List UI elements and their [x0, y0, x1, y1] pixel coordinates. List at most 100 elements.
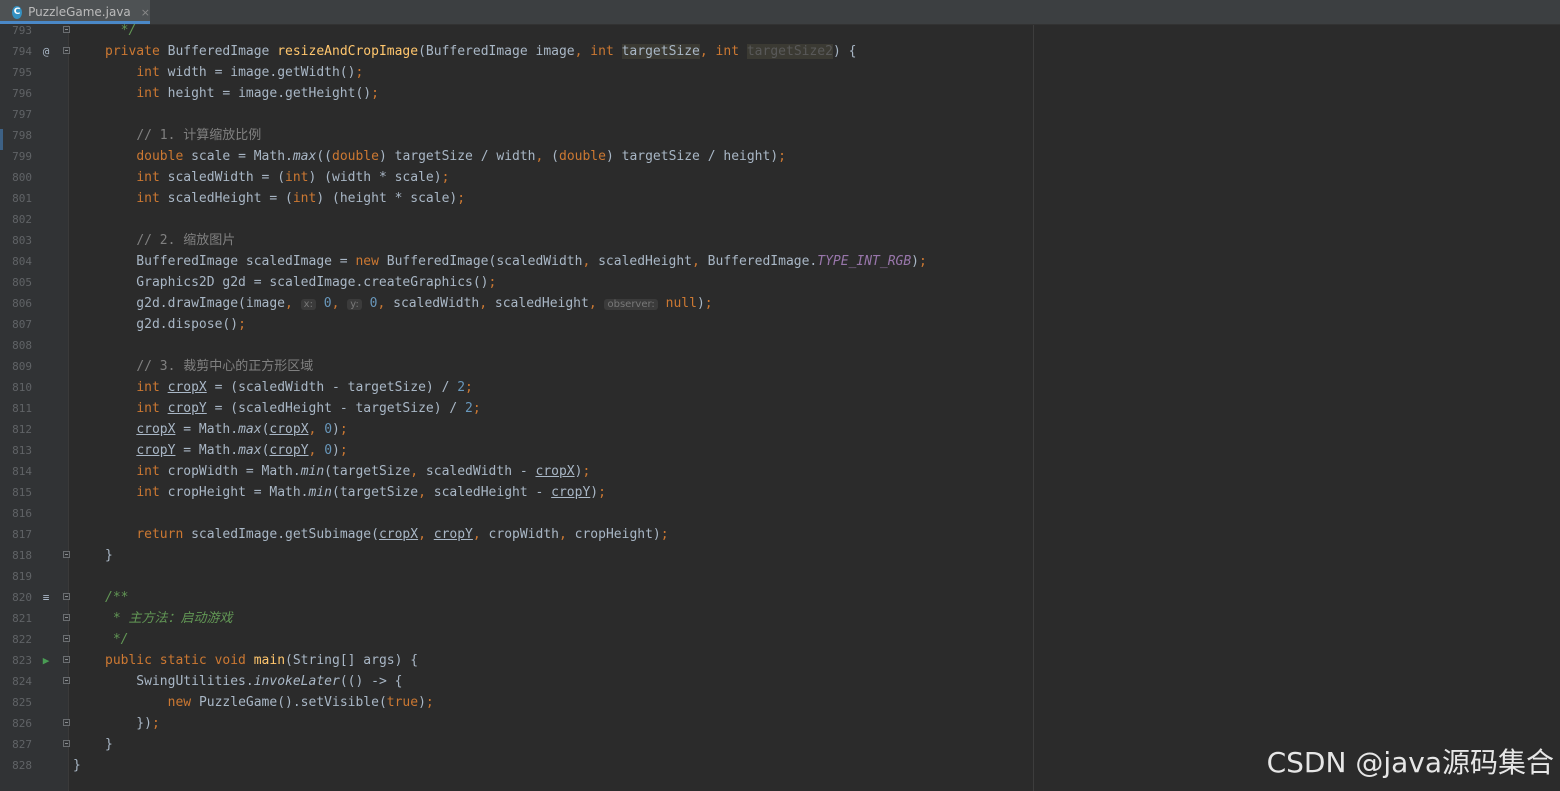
fold-toggle-icon[interactable]: [63, 593, 70, 600]
code-text[interactable]: * 主方法：启动游戏: [105, 608, 233, 629]
run-gutter-icon[interactable]: ▶: [40, 650, 52, 671]
code-line[interactable]: 819: [0, 566, 1035, 587]
code-line[interactable]: 814 int cropWidth = Math.min(targetSize,…: [0, 461, 1035, 482]
code-token: }: [73, 758, 81, 773]
code-line[interactable]: 798 // 1. 计算缩放比例: [0, 125, 1035, 146]
code-text[interactable]: SwingUtilities.invokeLater(() -> {: [105, 671, 402, 692]
code-text[interactable]: cropY = Math.max(cropY, 0);: [105, 440, 347, 461]
code-text[interactable]: int scaledWidth = (int) (width * scale);: [105, 167, 449, 188]
code-line[interactable]: 797: [0, 104, 1035, 125]
code-text[interactable]: int height = image.getHeight();: [105, 83, 379, 104]
code-text[interactable]: g2d.drawImage(image, x: 0, y: 0, scaledW…: [105, 293, 712, 315]
code-token: 0: [324, 443, 333, 458]
fold-toggle-icon[interactable]: [63, 719, 70, 726]
code-text[interactable]: int width = image.getWidth();: [105, 62, 363, 83]
code-text[interactable]: // 2. 缩放图片: [105, 230, 235, 251]
fold-toggle-icon[interactable]: [63, 26, 70, 33]
code-line[interactable]: 804 BufferedImage scaledImage = new Buff…: [0, 251, 1035, 272]
code-text[interactable]: });: [105, 713, 160, 734]
code-text[interactable]: }: [105, 545, 113, 566]
code-line[interactable]: 818}: [0, 545, 1035, 566]
code-text[interactable]: cropX = Math.max(cropX, 0);: [105, 419, 348, 440]
code-line[interactable]: 803 // 2. 缩放图片: [0, 230, 1035, 251]
code-line[interactable]: 795 int width = image.getWidth();: [0, 62, 1035, 83]
code-line[interactable]: 821 * 主方法：启动游戏: [0, 608, 1035, 629]
code-token: int: [285, 170, 309, 185]
code-text[interactable]: int cropHeight = Math.min(targetSize, sc…: [105, 482, 606, 503]
code-text[interactable]: double scale = Math.max((double) targetS…: [105, 146, 786, 167]
code-line[interactable]: 825 new PuzzleGame().setVisible(true);: [0, 692, 1035, 713]
code-line[interactable]: 809 // 3. 裁剪中心的正方形区域: [0, 356, 1035, 377]
code-line[interactable]: 807 g2d.dispose();: [0, 314, 1035, 335]
code-line[interactable]: 824 SwingUtilities.invokeLater(() -> {: [0, 671, 1035, 692]
code-line[interactable]: 826 });: [0, 713, 1035, 734]
code-line[interactable]: 817 return scaledImage.getSubimage(cropX…: [0, 524, 1035, 545]
fold-toggle-icon[interactable]: [63, 635, 70, 642]
code-token: min: [308, 485, 332, 500]
code-line[interactable]: 811 int cropY = (scaledHeight - targetSi…: [0, 398, 1035, 419]
code-text[interactable]: private BufferedImage resizeAndCropImage…: [105, 41, 856, 62]
code-token: TYPE_INT_RGB: [817, 254, 912, 269]
doc-render-icon[interactable]: ≡: [40, 587, 52, 608]
code-line[interactable]: 822 */: [0, 629, 1035, 650]
code-text[interactable]: public static void main(String[] args) {: [105, 650, 418, 671]
code-line[interactable]: 820 ≡ /**: [0, 587, 1035, 608]
code-text[interactable]: */: [105, 629, 129, 650]
code-text[interactable]: // 1. 计算缩放比例: [105, 125, 261, 146]
code-token: cropHeight = Math.: [167, 485, 309, 500]
fold-toggle-icon[interactable]: [63, 677, 70, 684]
code-text[interactable]: BufferedImage scaledImage = new Buffered…: [105, 251, 927, 272]
code-text[interactable]: }: [105, 734, 113, 755]
code-text[interactable]: }: [73, 755, 81, 776]
code-token: cropY: [269, 443, 309, 458]
code-line[interactable]: 816: [0, 503, 1035, 524]
fold-toggle-icon[interactable]: [63, 614, 70, 621]
code-line[interactable]: 802: [0, 209, 1035, 230]
code-line[interactable]: 810 int cropX = (scaledWidth - targetSiz…: [0, 377, 1035, 398]
code-text[interactable]: g2d.dispose();: [105, 314, 246, 335]
code-token: ;: [339, 422, 348, 437]
code-line[interactable]: 794 @ private BufferedImage resizeAndCropI…: [0, 41, 1035, 62]
code-editor[interactable]: 793 */ 794 @ private BufferedImage resizeAn…: [0, 0, 1035, 791]
code-text[interactable]: /**: [105, 587, 128, 608]
code-line[interactable]: 806 g2d.drawImage(image, x: 0, y: 0, sca…: [0, 293, 1035, 314]
override-marker-icon[interactable]: @: [40, 41, 52, 62]
code-line[interactable]: 808: [0, 335, 1035, 356]
code-token: */: [120, 23, 137, 38]
code-token: scaledHeight: [494, 296, 589, 311]
code-token: ,: [472, 527, 489, 542]
code-token: // 3. 裁剪中心的正方形区域: [136, 359, 314, 374]
code-token: ): [590, 485, 599, 500]
code-token: targetSize2: [746, 44, 833, 59]
fold-toggle-icon[interactable]: [63, 656, 70, 663]
code-line[interactable]: 801 int scaledHeight = (int) (height * s…: [0, 188, 1035, 209]
line-number: 795: [12, 66, 32, 79]
fold-toggle-icon[interactable]: [63, 551, 70, 558]
fold-toggle-icon[interactable]: [63, 47, 70, 54]
code-line[interactable]: 813 cropY = Math.max(cropY, 0);: [0, 440, 1035, 461]
code-token: scaledHeight = (: [167, 191, 293, 206]
fold-toggle-icon[interactable]: [63, 740, 70, 747]
code-token: int: [715, 44, 747, 59]
code-text[interactable]: Graphics2D g2d = scaledImage.createGraph…: [105, 272, 496, 293]
code-text[interactable]: */: [105, 20, 137, 41]
code-line[interactable]: 823 ▶ public static void main(String[] arg…: [0, 650, 1035, 671]
code-text[interactable]: int cropWidth = Math.min(targetSize, sca…: [105, 461, 590, 482]
code-text[interactable]: int cropX = (scaledWidth - targetSize) /…: [105, 377, 473, 398]
code-text[interactable]: return scaledImage.getSubimage(cropX, cr…: [105, 524, 668, 545]
code-text[interactable]: // 3. 裁剪中心的正方形区域: [105, 356, 313, 377]
code-line[interactable]: 827}: [0, 734, 1035, 755]
code-token: 0: [323, 296, 332, 311]
code-line[interactable]: 828}: [0, 755, 1035, 776]
code-text[interactable]: int scaledHeight = (int) (height * scale…: [105, 188, 465, 209]
code-line[interactable]: 799 double scale = Math.max((double) tar…: [0, 146, 1035, 167]
code-line[interactable]: 800 int scaledWidth = (int) (width * sca…: [0, 167, 1035, 188]
code-line[interactable]: 796 int height = image.getHeight();: [0, 83, 1035, 104]
code-text[interactable]: int cropY = (scaledHeight - targetSize) …: [105, 398, 480, 419]
code-line[interactable]: 812 cropX = Math.max(cropX, 0);: [0, 419, 1035, 440]
code-line[interactable]: 805 Graphics2D g2d = scaledImage.createG…: [0, 272, 1035, 293]
code-line[interactable]: 815 int cropHeight = Math.min(targetSize…: [0, 482, 1035, 503]
code-line[interactable]: 793 */: [0, 20, 1035, 41]
code-text[interactable]: new PuzzleGame().setVisible(true);: [105, 692, 434, 713]
